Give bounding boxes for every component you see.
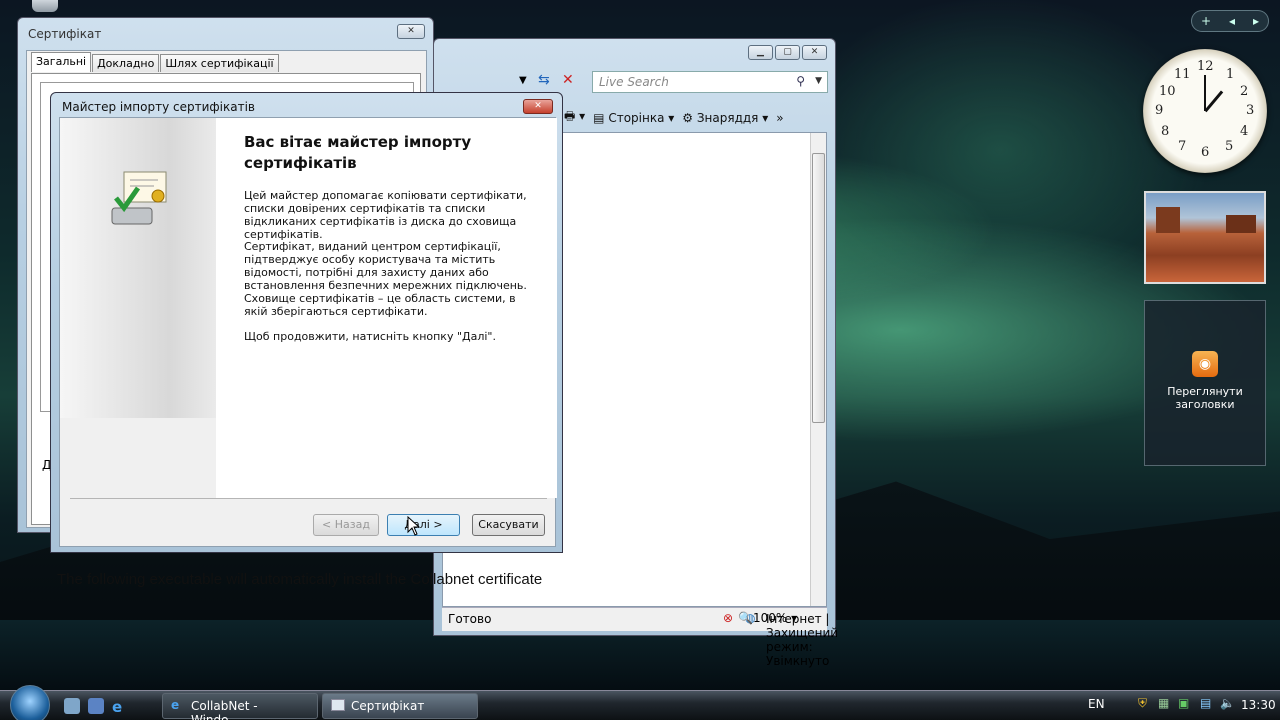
- volume-icon[interactable]: 🔈: [1220, 696, 1235, 710]
- wizard-body: Вас вітає майстер імпорту сертифікатів Ц…: [59, 117, 557, 547]
- wizard-heading: Вас вітає майстер імпорту сертифікатів: [244, 133, 472, 172]
- prev-arrow-icon[interactable]: ◂: [1229, 14, 1235, 28]
- feed-headlines-gadget[interactable]: ◉ Переглянути заголовки: [1144, 300, 1266, 466]
- vertical-scrollbar[interactable]: [810, 133, 826, 606]
- tools-menu-label: Знаряддя: [696, 110, 759, 125]
- clock-number: 2: [1240, 84, 1249, 99]
- search-placeholder: Live Search: [599, 75, 669, 89]
- close-button[interactable]: ✕: [802, 45, 827, 60]
- wizard-paragraph-3: Щоб продовжити, натисніть кнопку "Далі".: [244, 330, 496, 343]
- tools-menu[interactable]: ⚙ Знаряддя ▾: [682, 111, 768, 125]
- wizard-close-button[interactable]: ✕: [523, 99, 553, 114]
- clock-number: 9: [1155, 103, 1164, 118]
- wizard-divider: [70, 498, 547, 499]
- ie-quicklaunch-icon[interactable]: e: [112, 698, 128, 716]
- clock-minute-hand: [1204, 75, 1206, 111]
- task-collabnet[interactable]: e CollabNet - Windo...: [162, 693, 318, 720]
- mouse-cursor-icon: [407, 516, 421, 536]
- cert-task-icon: [331, 699, 345, 711]
- sidebar-controls[interactable]: + ◂ ▸: [1191, 10, 1269, 32]
- switch-windows-icon[interactable]: [88, 698, 104, 714]
- content-text: The following executable will automatica…: [57, 571, 543, 588]
- slideshow-gadget[interactable]: [1144, 191, 1266, 284]
- task-certificate[interactable]: Сертифікат: [322, 693, 478, 719]
- cert-tabs: Загальні Докладно Шлях сертифікації: [31, 52, 280, 72]
- clock-gadget[interactable]: 12 1 2 3 4 5 6 7 8 9 10 11: [1143, 49, 1267, 173]
- security-shield-icon[interactable]: ⛨: [1138, 696, 1147, 711]
- search-icon[interactable]: ⚲: [796, 74, 805, 88]
- tab-general[interactable]: Загальні: [31, 52, 92, 72]
- task-label: Сертифікат: [351, 699, 425, 713]
- wizard-paragraph-2: Сертифікат, виданий центром сертифікації…: [244, 240, 527, 318]
- clock-number: 10: [1159, 84, 1176, 99]
- wizard-paragraph-1: Цей майстер допомагає копіювати сертифік…: [244, 189, 527, 241]
- taskbar-clock[interactable]: 13:30: [1241, 698, 1276, 712]
- add-gadget-icon[interactable]: +: [1201, 14, 1211, 28]
- wizard-side-panel: [60, 118, 216, 418]
- search-input[interactable]: Live Search ⚲ ▼: [592, 71, 828, 93]
- wizard-title-buttons: ✕: [523, 99, 553, 114]
- back-button[interactable]: < Назад: [313, 514, 379, 536]
- maximize-button[interactable]: ▢: [775, 45, 800, 60]
- certificate-import-icon: [111, 171, 167, 225]
- ie-task-icon: e: [171, 698, 180, 712]
- butte-shape: [1156, 207, 1180, 233]
- clock-number: 8: [1161, 124, 1170, 139]
- address-dropdown-icon[interactable]: ▼: [519, 75, 527, 86]
- tray-app-icon[interactable]: ▦: [1158, 696, 1169, 710]
- cert-close-button[interactable]: ✕: [397, 24, 425, 39]
- feed-label: Переглянути заголовки: [1167, 385, 1243, 411]
- butte-shape: [1226, 215, 1256, 233]
- tab-details[interactable]: Докладно: [92, 54, 160, 72]
- clock-number: 3: [1246, 103, 1255, 118]
- search-dropdown-icon[interactable]: ▼: [815, 76, 822, 86]
- refresh-icon[interactable]: ⇆: [538, 72, 558, 90]
- import-wizard-dialog[interactable]: Майстер імпорту сертифікатів ✕ Вас вітає…: [50, 92, 563, 553]
- task-label: CollabNet - Windo...: [191, 699, 258, 720]
- rss-icon: ◉: [1192, 351, 1218, 377]
- clock-number: 4: [1240, 124, 1249, 139]
- clock-number: 7: [1178, 139, 1187, 154]
- recycle-bin-icon[interactable]: [32, 0, 58, 12]
- next-button[interactable]: Далі >: [387, 514, 460, 536]
- more-chevron-icon[interactable]: »: [776, 111, 783, 125]
- next-arrow-icon[interactable]: ▸: [1253, 14, 1259, 28]
- clock-number: 5: [1225, 139, 1234, 154]
- minimize-button[interactable]: ▁: [748, 45, 773, 60]
- stop-icon[interactable]: ✕: [562, 72, 582, 90]
- cert-title-buttons: ✕: [397, 24, 425, 39]
- status-ready: Готово: [448, 612, 492, 626]
- cert-window-title: Сертифікат: [28, 27, 102, 41]
- wizard-title: Майстер імпорту сертифікатів: [62, 100, 255, 114]
- network-icon[interactable]: ▤: [1200, 696, 1211, 710]
- print-icon[interactable]: 🖶 ▾: [564, 107, 585, 128]
- page-menu-label: Сторінка: [608, 110, 665, 125]
- start-button[interactable]: [10, 685, 50, 720]
- ie-title-buttons: ▁ ▢ ✕: [748, 45, 827, 60]
- clock-number: 1: [1226, 67, 1235, 82]
- clock-number: 12: [1197, 59, 1214, 74]
- command-bar: 🖶 ▾ ▤ Сторінка ▾ ⚙ Знаряддя ▾ »: [564, 107, 784, 128]
- clock-number: 6: [1201, 145, 1210, 160]
- cancel-button[interactable]: Скасувати: [472, 514, 545, 536]
- clock-hour-hand: [1204, 90, 1224, 113]
- zoom-control[interactable]: 🔍100% ▾: [738, 611, 797, 625]
- tray-update-icon[interactable]: ▣: [1178, 696, 1189, 710]
- zoom-level: 100%: [752, 611, 788, 625]
- popup-blocked-icon[interactable]: ⊗: [723, 611, 733, 625]
- show-desktop-icon[interactable]: [64, 698, 80, 714]
- clock-number: 11: [1174, 67, 1191, 82]
- tab-cert-path[interactable]: Шлях сертифікації: [160, 54, 279, 72]
- page-menu[interactable]: ▤ Сторінка ▾: [593, 111, 674, 125]
- language-indicator[interactable]: EN: [1088, 697, 1105, 711]
- scrollbar-thumb[interactable]: [812, 153, 825, 423]
- taskbar: e e CollabNet - Windo... Сертифікат EN ⛨…: [0, 685, 1280, 720]
